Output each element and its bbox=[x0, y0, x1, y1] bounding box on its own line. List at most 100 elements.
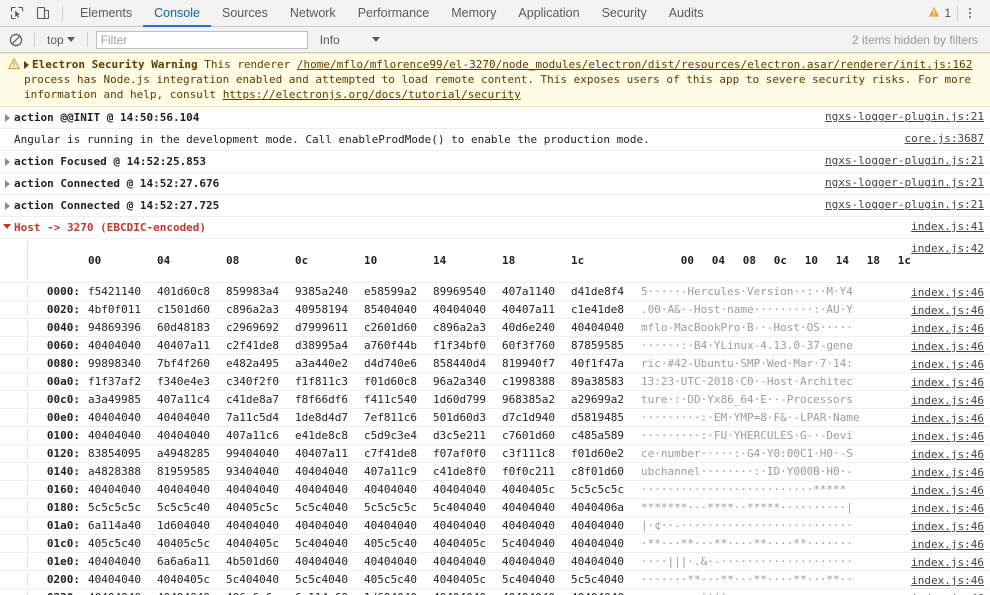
hexdump-row: 01c0: 405c5c40 40405c5c 4040405c 5c404040 405… bbox=[0, 535, 990, 553]
group-indent-gutter bbox=[0, 285, 28, 298]
source-link[interactable]: index.js:46 bbox=[911, 448, 984, 461]
tab-memory[interactable]: Memory bbox=[440, 0, 507, 27]
source-link[interactable]: ngxs-logger-plugin.js:21 bbox=[825, 198, 984, 211]
tab-security[interactable]: Security bbox=[591, 0, 658, 27]
hex-cell: 60f3f760 bbox=[502, 339, 555, 352]
expand-triangle-icon[interactable] bbox=[0, 198, 14, 210]
expand-triangle-icon[interactable] bbox=[24, 61, 29, 69]
console-message-row[interactable]: Angular is running in the development mo… bbox=[0, 129, 990, 151]
source-link[interactable]: index.js:46 bbox=[911, 574, 984, 587]
group-indent-gutter bbox=[0, 447, 28, 460]
hex-cell: 5c404040 bbox=[226, 573, 279, 586]
hexdump-row: 0200: 40404040 4040405c 5c404040 5c5c4040 405… bbox=[0, 571, 990, 589]
hexdump-offset: 00a0: bbox=[46, 375, 80, 388]
hex-cell: 7ef811c6 bbox=[364, 411, 417, 424]
source-link[interactable]: index.js:46 bbox=[911, 394, 984, 407]
hex-cell: d38995a4 bbox=[295, 339, 348, 352]
hex-cell: 40404040 bbox=[88, 339, 141, 352]
hex-cell: 968385a2 bbox=[502, 393, 555, 406]
group-indent-gutter bbox=[0, 501, 28, 514]
hexdump-row: 01e0: 40404040 6a6a6a11 4b501d60 40404040 404… bbox=[0, 553, 990, 571]
source-link[interactable]: index.js:46 bbox=[911, 484, 984, 497]
hex-cell: 40407a11 bbox=[157, 339, 210, 352]
panel-tab-list: Elements Console Sources Network Perform… bbox=[69, 0, 714, 27]
hex-cell: 40404040 bbox=[295, 465, 348, 478]
hex-cell: f1f34bf0 bbox=[433, 339, 486, 352]
hex-cell: 5c5c5c5c bbox=[364, 501, 417, 514]
hex-cell: c41de8a7 bbox=[226, 393, 279, 406]
source-link[interactable]: ngxs-logger-plugin.js:21 bbox=[825, 154, 984, 167]
hex-cell: 40d6e240 bbox=[502, 321, 555, 334]
source-link[interactable]: index.js:41 bbox=[911, 220, 984, 233]
source-link[interactable]: index.js:46 bbox=[911, 304, 984, 317]
tab-application[interactable]: Application bbox=[507, 0, 590, 27]
clear-console-icon[interactable] bbox=[4, 28, 28, 52]
expand-triangle-icon[interactable] bbox=[0, 176, 14, 188]
source-link[interactable]: index.js:46 bbox=[911, 376, 984, 389]
hex-cell: 5c5c4040 bbox=[295, 501, 348, 514]
warning-count: 1 bbox=[944, 6, 951, 20]
hexdump-offset: 00e0: bbox=[46, 411, 80, 424]
tab-elements[interactable]: Elements bbox=[69, 0, 143, 27]
source-link[interactable]: index.js:46 bbox=[911, 538, 984, 551]
hex-cell: 40404040 bbox=[429, 591, 498, 595]
tab-label: Security bbox=[601, 6, 647, 20]
source-link[interactable]: index.js:46 bbox=[911, 556, 984, 569]
electron-warning-title: Electron Security Warning bbox=[32, 58, 198, 71]
execution-context-selector[interactable]: top bbox=[41, 33, 81, 47]
source-link[interactable]: index.js:46 bbox=[911, 358, 984, 371]
console-message-row[interactable]: action Focused @ 14:52:25.853 ngxs-logge… bbox=[0, 151, 990, 173]
source-link[interactable]: index.js:46 bbox=[911, 322, 984, 335]
hex-cell: 4040406a bbox=[571, 501, 624, 514]
source-link[interactable]: index.js:46 bbox=[911, 412, 984, 425]
electron-docs-link[interactable]: https://electronjs.org/docs/tutorial/sec… bbox=[223, 88, 521, 101]
hex-col-header: 18 bbox=[502, 254, 516, 267]
warning-counter[interactable]: 1 bbox=[926, 6, 957, 21]
tab-network[interactable]: Network bbox=[279, 0, 347, 27]
tab-audits[interactable]: Audits bbox=[658, 0, 715, 27]
source-link[interactable]: index.js:46 bbox=[911, 430, 984, 443]
tab-label: Application bbox=[518, 6, 580, 20]
console-message-list[interactable]: Electron Security Warning This renderer … bbox=[0, 53, 990, 595]
inspect-cursor-icon[interactable] bbox=[4, 0, 30, 26]
hex-cell: c2969692 bbox=[226, 321, 279, 334]
console-message-row[interactable]: action @@INIT @ 14:50:56.104 ngxs-logger… bbox=[0, 107, 990, 129]
toolbar-divider bbox=[86, 32, 88, 47]
hex-cell: d5819485 bbox=[571, 411, 624, 424]
expand-triangle-icon[interactable] bbox=[0, 154, 14, 166]
tabbar-right-controls: 1 bbox=[926, 0, 984, 26]
hex-cell: 85404040 bbox=[364, 303, 417, 316]
console-message-row[interactable]: action Connected @ 14:52:27.676 ngxs-log… bbox=[0, 173, 990, 195]
source-link[interactable]: index.js:46 bbox=[911, 340, 984, 353]
tab-performance[interactable]: Performance bbox=[347, 0, 441, 27]
tab-console[interactable]: Console bbox=[143, 0, 211, 27]
source-link[interactable]: core.js:3687 bbox=[905, 132, 984, 145]
hex-cell: e41de8c8 bbox=[295, 429, 348, 442]
source-link[interactable]: ngxs-logger-plugin.js:21 bbox=[825, 176, 984, 189]
source-link[interactable]: index.js:46 bbox=[911, 286, 984, 299]
hex-cell: d4d740e6 bbox=[364, 357, 417, 370]
source-link[interactable]: index.js:46 bbox=[911, 502, 984, 515]
hexdump-offset: 01c0: bbox=[46, 537, 80, 550]
source-link[interactable]: index.js:46 bbox=[911, 520, 984, 533]
collapse-triangle-icon[interactable] bbox=[0, 220, 14, 229]
hex-cell: 859983a4 bbox=[226, 285, 279, 298]
electron-warning-source-link[interactable]: /home/mflo/mflorence99/el-3270/node_modu… bbox=[297, 58, 973, 71]
hex-cell: f0f0c211 bbox=[502, 465, 555, 478]
device-toolbar-icon[interactable] bbox=[30, 0, 56, 26]
tab-sources[interactable]: Sources bbox=[211, 0, 279, 27]
log-level-selector[interactable]: Info bbox=[320, 33, 380, 47]
source-link[interactable]: ngxs-logger-plugin.js:21 bbox=[825, 110, 984, 123]
hex-cell: 1de8d4d7 bbox=[295, 411, 348, 424]
hexdump-ascii: ·**···**···**····**····**······· bbox=[641, 537, 853, 550]
filter-input[interactable] bbox=[95, 30, 308, 49]
source-link[interactable]: index.js:46 bbox=[911, 466, 984, 479]
expand-triangle-icon[interactable] bbox=[0, 110, 14, 122]
console-message-row[interactable]: action Connected @ 14:52:27.725 ngxs-log… bbox=[0, 195, 990, 217]
hex-cell: c3f111c8 bbox=[502, 447, 555, 460]
more-options-icon[interactable] bbox=[958, 0, 982, 26]
no-expand-spacer bbox=[0, 132, 14, 136]
hex-cell: f411c540 bbox=[364, 393, 417, 406]
console-group-header[interactable]: Host -> 3270 (EBCDIC-encoded) index.js:4… bbox=[0, 217, 990, 239]
source-link[interactable]: index.js:42 bbox=[911, 242, 984, 255]
